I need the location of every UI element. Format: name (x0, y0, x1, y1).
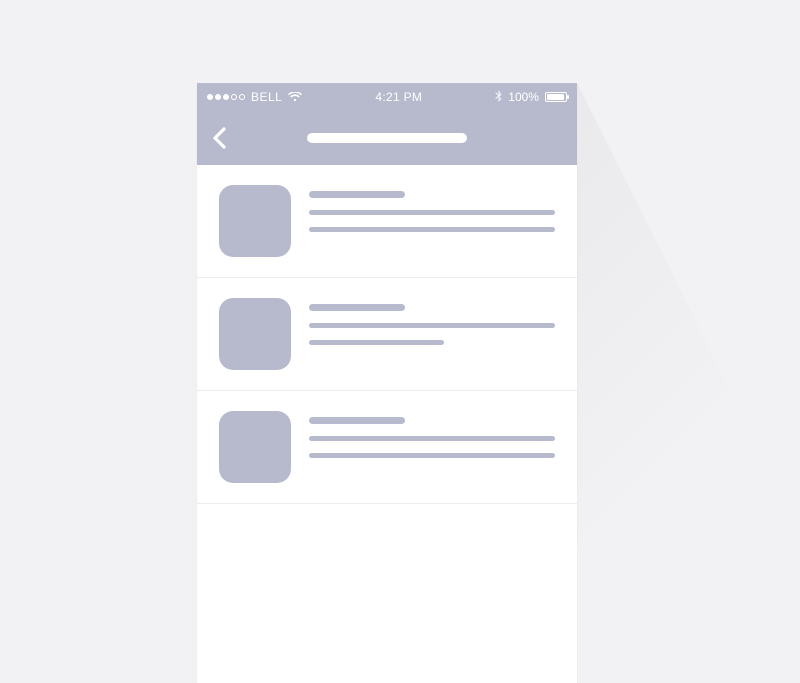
list-item-text (309, 411, 555, 483)
back-button[interactable] (197, 116, 241, 160)
chevron-left-icon (212, 127, 226, 149)
status-right: 100% (495, 90, 567, 105)
list (197, 165, 577, 504)
line-placeholder (309, 323, 555, 328)
status-bar: BELL 4:21 PM 100% (197, 83, 577, 111)
line-placeholder (309, 227, 555, 232)
signal-strength-icon (207, 94, 245, 100)
list-item-text (309, 298, 555, 370)
battery-percent-label: 100% (508, 90, 539, 104)
decorative-shadow (577, 83, 800, 683)
thumbnail-placeholder (219, 185, 291, 257)
nav-bar (197, 111, 577, 165)
list-item[interactable] (197, 278, 577, 391)
thumbnail-placeholder (219, 411, 291, 483)
bluetooth-icon (495, 90, 502, 105)
nav-title-placeholder (307, 133, 467, 143)
thumbnail-placeholder (219, 298, 291, 370)
line-placeholder (309, 453, 555, 458)
list-item[interactable] (197, 391, 577, 504)
list-item[interactable] (197, 165, 577, 278)
title-placeholder (309, 417, 405, 424)
carrier-label: BELL (251, 90, 282, 104)
line-placeholder (309, 210, 555, 215)
phone-frame: BELL 4:21 PM 100% (197, 83, 577, 683)
title-placeholder (309, 304, 405, 311)
title-placeholder (309, 191, 405, 198)
status-left: BELL (207, 90, 302, 104)
clock-label: 4:21 PM (375, 90, 422, 104)
line-placeholder (309, 340, 444, 345)
wifi-icon (288, 92, 302, 102)
list-item-text (309, 185, 555, 257)
battery-icon (545, 92, 567, 102)
line-placeholder (309, 436, 555, 441)
